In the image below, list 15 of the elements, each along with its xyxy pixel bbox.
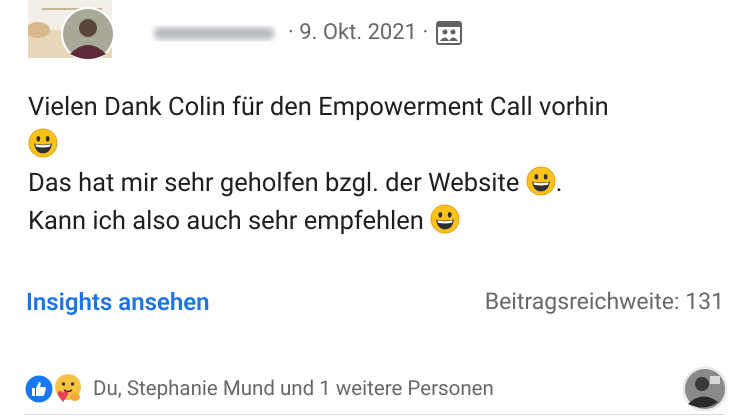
- post-text: .: [556, 168, 562, 198]
- post-text: Das hat mir sehr geholfen bzgl. der Website: [28, 168, 520, 198]
- post-date: · 9. Okt. 2021 ·: [288, 19, 428, 47]
- post-text: Kann ich also auch sehr empfehlen: [28, 206, 425, 236]
- post-text: Vielen Dank Colin für den Empowerment Call vorhin: [28, 92, 609, 122]
- grinning-face-icon: [526, 166, 556, 196]
- insights-link[interactable]: Insights ansehen: [26, 284, 210, 320]
- reactions-summary[interactable]: Du, Stephanie Mund und 1 weitere Personen: [93, 374, 494, 404]
- avatar: [60, 6, 116, 62]
- like-icon: [25, 375, 53, 403]
- grinning-face-icon: [28, 128, 58, 158]
- post-reach: Beitragsreichweite: 131: [484, 286, 724, 317]
- avatar: [682, 366, 728, 412]
- group-icon: [436, 20, 462, 44]
- grinning-face-icon: [430, 204, 460, 234]
